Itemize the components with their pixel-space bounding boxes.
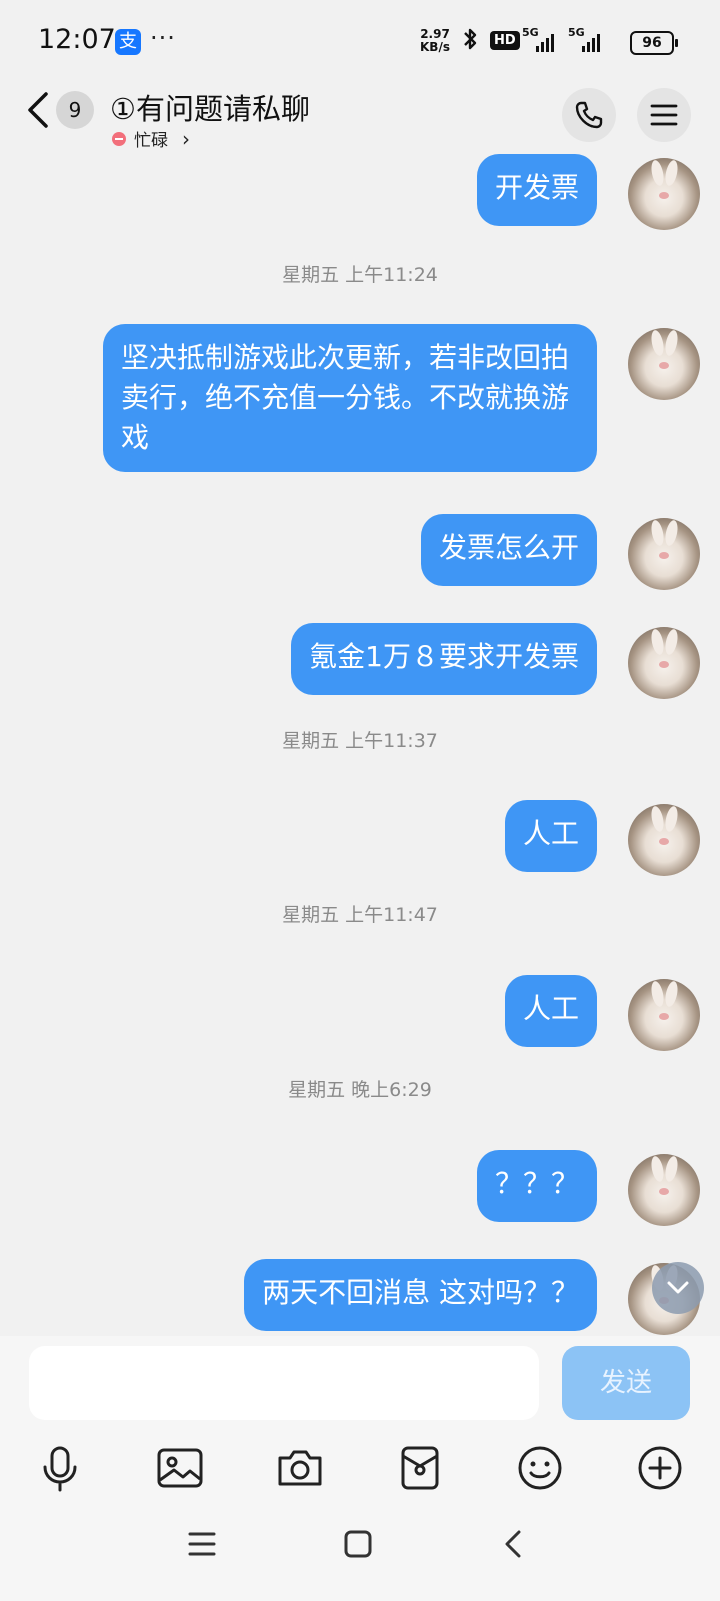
message-bubble[interactable]: 发票怎么开 — [420, 514, 597, 586]
camera-icon[interactable] — [272, 1440, 328, 1496]
timestamp: 星期五 上午11:24 — [282, 264, 438, 286]
network-speed-unit: KB/s — [420, 40, 450, 54]
timestamp: 星期五 上午11:37 — [282, 730, 438, 752]
plus-icon[interactable] — [632, 1440, 688, 1496]
back-icon[interactable] — [494, 1524, 534, 1564]
network-speed: 2.97 KB/s — [420, 28, 450, 54]
bluetooth-icon — [462, 26, 478, 58]
red-packet-icon[interactable] — [392, 1440, 448, 1496]
message-bubble[interactable]: 氪金1万８要求开发票 — [291, 623, 597, 695]
signal-icon-1: 5G — [522, 26, 566, 52]
menu-icon[interactable] — [182, 1524, 222, 1564]
more-notifications-indicator: ··· — [150, 24, 176, 52]
online-status[interactable]: 忙碌 › — [112, 126, 190, 151]
my-avatar[interactable] — [628, 158, 700, 230]
message-bubble[interactable]: ？？？ — [476, 1150, 597, 1222]
message-bubble[interactable]: 人工 — [504, 800, 597, 872]
send-button[interactable]: 发送 — [562, 1346, 690, 1420]
my-avatar[interactable] — [628, 328, 700, 400]
hd-voice-icon: HD — [490, 31, 520, 50]
message-list[interactable]: 开发票 星期五 上午11:24 坚决抵制游戏此次更新，若非改回拍卖行，绝不充值一… — [0, 150, 720, 1336]
message-bubble[interactable]: 坚决抵制游戏此次更新，若非改回拍卖行，绝不充值一分钱。不改就换游戏 — [103, 324, 597, 472]
system-navigation-bar — [0, 1500, 720, 1601]
chevron-down-icon — [667, 1281, 689, 1294]
menu-button[interactable] — [637, 88, 691, 142]
hamburger-menu-icon — [650, 104, 678, 126]
status-text: 忙碌 — [134, 131, 168, 151]
message-bubble[interactable]: 人工 — [504, 975, 597, 1047]
phone-icon — [575, 101, 603, 129]
battery-icon: 96 — [630, 31, 678, 55]
chat-title[interactable]: ①有问题请私聊 — [110, 86, 310, 128]
my-avatar[interactable] — [628, 518, 700, 590]
home-icon[interactable] — [338, 1524, 378, 1564]
timestamp: 星期五 晚上6:29 — [288, 1079, 432, 1101]
signal-icon-2: 5G — [568, 26, 612, 52]
message-bubble[interactable]: 两天不回消息 这对吗？？ — [244, 1259, 597, 1331]
my-avatar[interactable] — [628, 627, 700, 699]
busy-status-icon — [112, 131, 126, 146]
alipay-notification-icon: 支 — [115, 29, 141, 55]
chat-header: 9 ①有问题请私聊 忙碌 › — [0, 80, 720, 160]
back-button[interactable] — [22, 86, 56, 134]
status-bar: 12:07 支 ··· 2.97 KB/s HD 5G 5G 96 — [0, 0, 720, 80]
mic-icon[interactable] — [32, 1440, 88, 1496]
my-avatar[interactable] — [628, 1154, 700, 1226]
scroll-to-bottom-button[interactable] — [652, 1262, 704, 1314]
clock: 12:07 — [38, 24, 116, 55]
message-bubble[interactable]: 开发票 — [476, 154, 597, 226]
chevron-left-icon — [28, 92, 48, 128]
chevron-right-icon: › — [182, 126, 190, 151]
image-icon[interactable] — [152, 1440, 208, 1496]
timestamp: 星期五 上午11:47 — [282, 904, 438, 926]
emoji-icon[interactable] — [512, 1440, 568, 1496]
unread-count-badge[interactable]: 9 — [56, 91, 94, 129]
call-button[interactable] — [562, 88, 616, 142]
my-avatar[interactable] — [628, 804, 700, 876]
message-input[interactable] — [29, 1346, 539, 1420]
my-avatar[interactable] — [628, 979, 700, 1051]
